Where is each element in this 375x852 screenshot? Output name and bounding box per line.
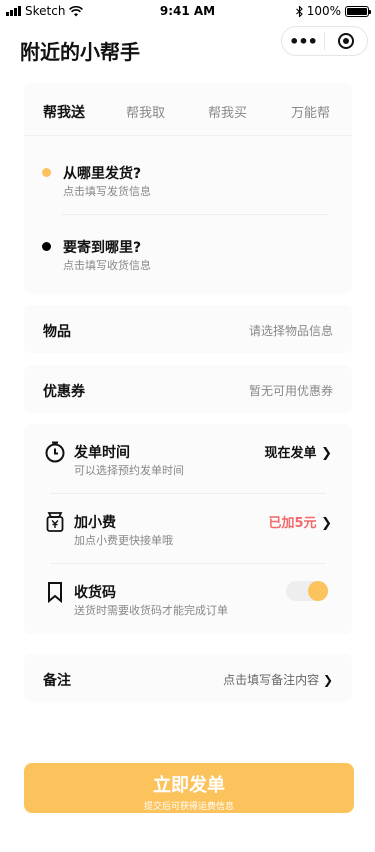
submit-hint: 提交后可获得运费信息 <box>143 802 234 812</box>
chevron-right-icon: ❯ <box>322 673 333 687</box>
clock-icon <box>45 441 65 463</box>
remark-placeholder: 点击填写备注内容 <box>223 673 320 687</box>
chevron-right-icon: ❯ <box>321 516 332 531</box>
coupon-label: 优惠券 <box>43 384 85 400</box>
receipt-code-hint: 送货时需要收货码才能完成订单 <box>74 604 228 617</box>
more-menu-button[interactable]: ••• <box>282 32 324 51</box>
bookmark-icon <box>48 582 62 603</box>
service-tabs: 帮我送 帮我取 帮我买 万能帮 <box>24 83 352 136</box>
remark-value: 点击填写备注内容 ❯ <box>223 671 333 688</box>
close-program-button[interactable] <box>325 33 367 49</box>
item-label: 物品 <box>43 324 71 340</box>
mini-program-capsule: ••• <box>281 26 368 56</box>
option-divider <box>50 493 326 494</box>
battery-icon <box>345 5 371 17</box>
receiver-address-row[interactable]: 要寄到哪里? 点击填写收货信息 <box>42 237 328 273</box>
receiver-address-hint: 点击填写收货信息 <box>63 259 151 272</box>
address-divider <box>62 214 328 215</box>
tip-value: 已加5元 ❯ <box>269 512 332 531</box>
battery-percent: 100% <box>306 4 341 18</box>
send-time-hint: 可以选择预约发单时间 <box>74 464 184 477</box>
receiver-dot <box>42 242 51 251</box>
delivery-card: 帮我送 帮我取 帮我买 万能帮 从哪里发货? 点击填写发货信息 要寄到哪里? 点… <box>24 83 352 294</box>
submit-order-button[interactable]: 立即发单 提交后可获得运费信息 <box>24 763 354 813</box>
send-time-action: 现在发单 <box>264 446 317 461</box>
sender-address-hint: 点击填写发货信息 <box>63 185 151 198</box>
tab-buy[interactable]: 帮我买 <box>208 102 247 121</box>
remark-label: 备注 <box>43 673 71 689</box>
status-bar: Sketch 9:41 AM 100% <box>0 0 375 22</box>
sender-dot <box>42 168 51 177</box>
tab-anything[interactable]: 万能帮 <box>291 102 330 121</box>
tip-action: 已加5元 <box>268 516 317 531</box>
receipt-code-row: 收货码 送货时需要收货码才能完成订单 <box>24 581 352 651</box>
option-divider <box>50 563 326 564</box>
money-bag-icon <box>46 512 64 532</box>
chevron-right-icon: ❯ <box>321 446 332 461</box>
coupon-row[interactable]: 优惠券 暂无可用优惠券 <box>24 365 352 413</box>
remark-row[interactable]: 备注 点击填写备注内容 ❯ <box>24 654 352 702</box>
item-row[interactable]: 物品 请选择物品信息 <box>24 305 352 353</box>
status-right: 100% <box>295 4 371 18</box>
tip-title: 加小费 <box>74 515 116 531</box>
bluetooth-icon <box>295 5 303 17</box>
tab-pickup[interactable]: 帮我取 <box>126 102 165 121</box>
receiver-address-title: 要寄到哪里? <box>63 240 142 256</box>
tip-row[interactable]: 加小费 加点小费更快接单哦 已加5元 ❯ <box>24 511 352 581</box>
send-time-value: 现在发单 ❯ <box>265 442 332 461</box>
sender-address-row[interactable]: 从哪里发货? 点击填写发货信息 <box>42 163 328 199</box>
tip-hint: 加点小费更快接单哦 <box>74 534 173 547</box>
target-icon <box>338 33 354 49</box>
receipt-code-title: 收货码 <box>74 585 116 601</box>
page-title: 附近的小帮手 <box>20 40 140 64</box>
submit-label: 立即发单 <box>153 775 225 796</box>
coupon-value: 暂无可用优惠券 <box>248 384 333 398</box>
send-time-title: 发单时间 <box>74 445 130 461</box>
toggle-knob <box>308 581 328 601</box>
options-card: 发单时间 可以选择预约发单时间 现在发单 ❯ 加小费 加点小费更快接单哦 已加5… <box>24 424 352 634</box>
sender-address-title: 从哪里发货? <box>63 166 142 182</box>
send-time-row[interactable]: 发单时间 可以选择预约发单时间 现在发单 ❯ <box>24 441 352 511</box>
tab-send[interactable]: 帮我送 <box>43 102 85 122</box>
receipt-code-toggle[interactable] <box>286 581 328 601</box>
item-value: 请选择物品信息 <box>248 324 333 338</box>
